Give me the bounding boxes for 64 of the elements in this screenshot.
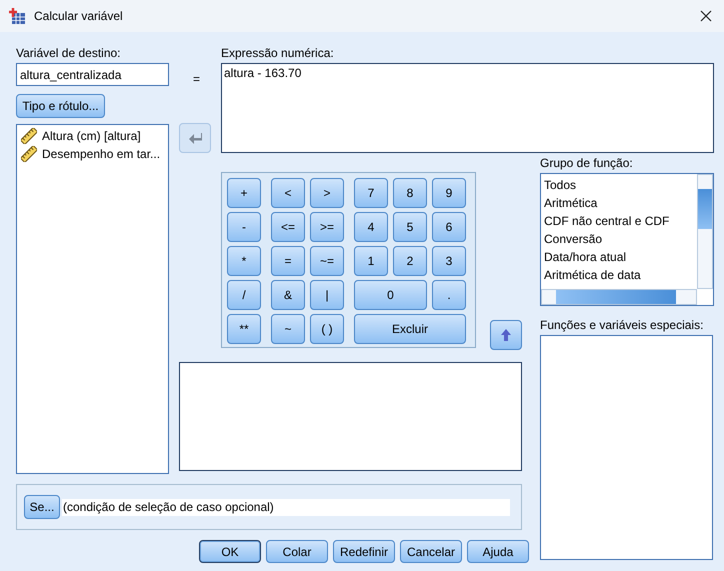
keypad-key[interactable]: 3	[432, 246, 466, 276]
keypad-key[interactable]: >	[310, 178, 344, 208]
dialog-button[interactable]: Ajuda	[467, 540, 529, 563]
function-group-item[interactable]: Aritmética de data	[541, 266, 697, 284]
keypad-key[interactable]: 7	[354, 178, 388, 208]
keypad-key[interactable]: 5	[393, 212, 427, 242]
type-label-button[interactable]: Tipo e rótulo...	[16, 94, 105, 118]
keypad-key[interactable]: ~	[271, 314, 305, 344]
horizontal-scrollbar[interactable]	[541, 289, 697, 305]
variable-item[interactable]: Desempenho em tar...	[42, 147, 160, 161]
app-icon	[8, 7, 26, 25]
variable-list[interactable]: Altura (cm) [altura] Desempenho em tar...	[16, 124, 169, 474]
function-group-item[interactable]: Data/hora atual	[541, 248, 697, 266]
move-button[interactable]	[179, 123, 211, 153]
special-functions-list[interactable]	[540, 335, 713, 560]
close-icon[interactable]	[700, 10, 712, 22]
keypad-key[interactable]: 4	[354, 212, 388, 242]
function-group-item[interactable]: CDF não central e CDF	[541, 212, 697, 230]
keypad-key[interactable]: ~=	[310, 246, 344, 276]
target-variable-field[interactable]: altura_centralizada	[16, 63, 169, 86]
field-label: Funções e variáveis especiais:	[540, 318, 704, 332]
keypad-key[interactable]: 6	[432, 212, 466, 242]
keypad-key[interactable]: .	[432, 280, 466, 310]
condition-text: (condição de seleção de caso opcional)	[62, 498, 510, 516]
function-group-item[interactable]: Aritmética	[541, 194, 697, 212]
ruler-icon	[21, 146, 37, 162]
if-button[interactable]: Se...	[24, 495, 60, 519]
dialog-button[interactable]: OK	[199, 540, 261, 563]
equals-sign: =	[193, 72, 200, 86]
function-group-list[interactable]: Todos Aritmética CDF não central e CDF Conversão Data/hora atual Aritmética de data	[540, 173, 714, 306]
keypad-key[interactable]: Excluir	[354, 314, 466, 344]
expression-field[interactable]: altura - 163.70	[221, 63, 714, 153]
return-arrow-icon	[188, 132, 202, 144]
insert-button[interactable]	[490, 320, 522, 350]
keypad-key[interactable]: +	[227, 178, 261, 208]
keypad-key[interactable]: |	[310, 280, 344, 310]
field-label: Expressão numérica:	[221, 46, 335, 62]
keypad-key[interactable]: **	[227, 314, 261, 344]
keypad-key[interactable]: 0	[354, 280, 427, 310]
field-label: Variável de destino:	[16, 46, 122, 62]
keypad-key[interactable]: 2	[393, 246, 427, 276]
ruler-icon	[21, 128, 37, 144]
field-label: Grupo de função:	[540, 156, 634, 170]
keypad-key[interactable]: 9	[432, 178, 466, 208]
dialog-button[interactable]: Redefinir	[333, 540, 395, 563]
window-title: Calcular variável	[34, 9, 124, 23]
keypad-key[interactable]: &	[271, 280, 305, 310]
keypad-key[interactable]: <	[271, 178, 305, 208]
keypad-key[interactable]: -	[227, 212, 261, 242]
keypad-key[interactable]: 8	[393, 178, 427, 208]
keypad-key[interactable]: /	[227, 280, 261, 310]
keypad-key[interactable]: >=	[310, 212, 344, 242]
function-group-item[interactable]: Conversão	[541, 230, 697, 248]
keypad-key[interactable]: ( )	[310, 314, 344, 344]
up-arrow-icon	[501, 329, 511, 341]
dialog-button[interactable]: Cancelar	[400, 540, 462, 563]
keypad-key[interactable]: 1	[354, 246, 388, 276]
function-group-item[interactable]: Todos	[541, 176, 697, 194]
variable-item[interactable]: Altura (cm) [altura]	[42, 129, 141, 143]
vertical-scrollbar[interactable]	[697, 174, 713, 289]
keypad-key[interactable]: =	[271, 246, 305, 276]
dialog-button[interactable]: Colar	[266, 540, 328, 563]
keypad-key[interactable]: <=	[271, 212, 305, 242]
keypad-key[interactable]: *	[227, 246, 261, 276]
